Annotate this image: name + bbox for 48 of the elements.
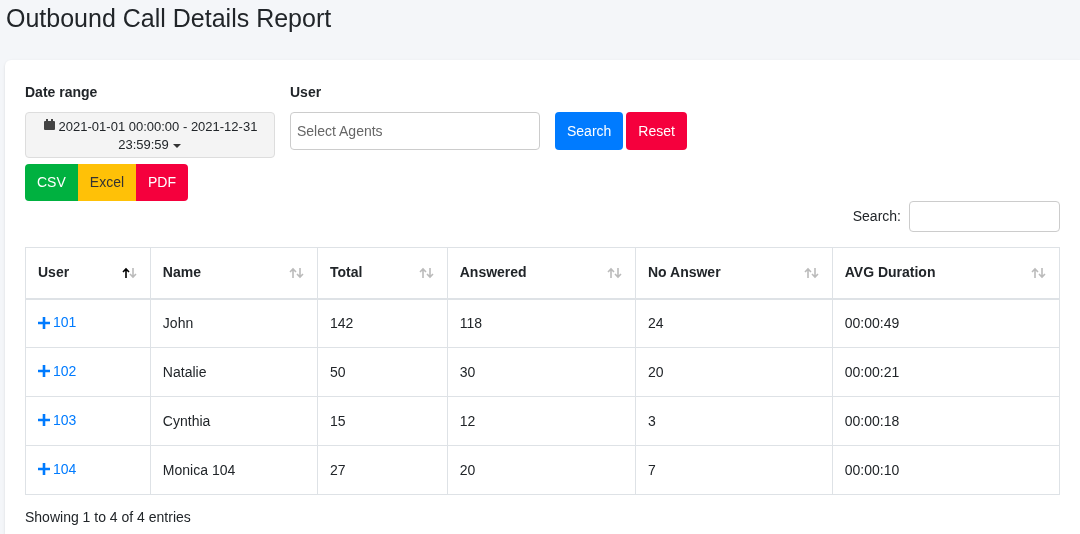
table-cell: 00:00:10 [832, 445, 1060, 495]
table-cell: 50 [317, 347, 448, 397]
expand-row-link[interactable]: 101 [38, 312, 77, 333]
table-cell: 15 [317, 396, 448, 446]
table-cell: 118 [447, 298, 636, 348]
table-cell: 20 [447, 445, 636, 495]
table-cell: Natalie [150, 347, 318, 397]
entries-info: Showing 1 to 4 of 4 entries [25, 508, 192, 527]
table-cell: 00:00:18 [832, 396, 1060, 446]
calendar-icon [42, 118, 56, 131]
table-cell: 3 [635, 396, 833, 446]
plus-icon [38, 316, 50, 329]
column-header[interactable]: User [25, 247, 151, 299]
plus-icon [38, 365, 50, 378]
search-label: Search: [852, 207, 901, 226]
table-cell: 12 [447, 396, 636, 446]
table-cell: John [150, 298, 318, 348]
table-cell: 7 [635, 445, 833, 495]
table-cell: 30 [447, 347, 636, 397]
table-cell: 20 [635, 347, 833, 397]
table-cell: Monica 104 [150, 445, 318, 495]
export-button[interactable]: Excel [77, 164, 137, 201]
expand-row-link[interactable]: 104 [38, 458, 77, 480]
search-button[interactable]: Search [555, 112, 624, 150]
caret-icon [171, 141, 182, 150]
plus-icon [38, 414, 50, 427]
expand-row-link[interactable]: 103 [38, 409, 77, 431]
column-header[interactable]: Total [317, 247, 448, 299]
column-header[interactable]: No Answer [635, 247, 833, 299]
column-header[interactable]: AVG Duration [832, 247, 1060, 299]
table-cell: 27 [317, 445, 448, 495]
table-cell: 24 [635, 298, 833, 348]
table-cell: Cynthia [150, 396, 318, 446]
field-label: Date range [25, 83, 99, 102]
date-range-picker[interactable]: 2021-01-01 00:00:00 - 2021-12-31 23:59:59 [25, 112, 275, 158]
field-label: User [290, 83, 323, 102]
table-cell: 142 [317, 298, 448, 348]
expand-row-link[interactable]: 102 [38, 360, 77, 382]
reset-button[interactable]: Reset [626, 112, 687, 150]
export-button[interactable]: PDF [136, 164, 189, 201]
table-cell: 00:00:49 [832, 298, 1060, 348]
plus-icon [38, 463, 50, 476]
column-header[interactable]: Answered [447, 247, 636, 299]
table-cell: 00:00:21 [832, 347, 1060, 397]
table-search-field[interactable] [909, 201, 1060, 232]
agent-select-field[interactable]: Select Agents [290, 112, 540, 150]
column-header[interactable]: Name [150, 247, 318, 299]
page-title: Outbound Call Details Report [5, 3, 333, 34]
